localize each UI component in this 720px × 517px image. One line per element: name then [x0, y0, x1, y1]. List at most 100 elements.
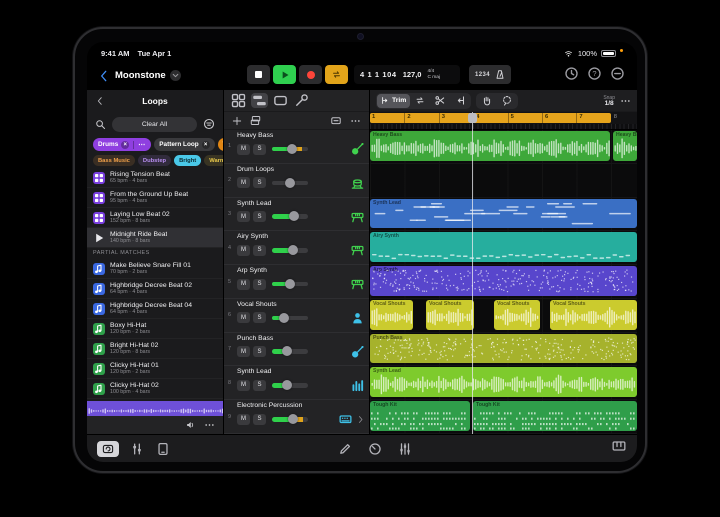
- minimize-icon[interactable]: [610, 66, 625, 81]
- loop-list-item[interactable]: Clicky Hi-Hat 01120 bpm · 2 bars: [87, 359, 223, 379]
- loop-list-item[interactable]: Highbridge Decree Beat 0464 bpm · 4 bars: [87, 299, 223, 319]
- trim-tool-button[interactable]: Trim: [377, 94, 410, 108]
- mute-button[interactable]: M: [237, 414, 250, 425]
- volume-slider[interactable]: [272, 282, 308, 287]
- volume-slider[interactable]: [272, 316, 308, 321]
- solo-button[interactable]: S: [253, 279, 266, 290]
- bar-ruler[interactable]: 12345678: [370, 112, 637, 124]
- track-header-row[interactable]: 2Drum LoopsMS: [224, 164, 369, 198]
- mixer-faders-button[interactable]: [397, 442, 413, 456]
- track-header-row[interactable]: 8Synth LeadMS: [224, 366, 369, 400]
- loop-list-item[interactable]: From the Ground Up Beat95 bpm · 4 bars: [87, 188, 223, 208]
- solo-button[interactable]: S: [253, 245, 266, 256]
- tag-chip-dubstep[interactable]: Dubstep: [138, 155, 171, 166]
- back-button[interactable]: [97, 69, 111, 83]
- cycle-button[interactable]: [325, 65, 348, 84]
- track-header-row[interactable]: 9Electronic PercussionMS: [224, 400, 369, 434]
- loop-list-item[interactable]: Bright Hi-Hat 02120 bpm · 8 bars: [87, 339, 223, 359]
- region[interactable]: Punch Bass: [370, 334, 637, 364]
- volume-slider[interactable]: [272, 181, 308, 186]
- region-row[interactable]: Tough KitTough Kit: [370, 400, 637, 434]
- track-header-row[interactable]: 4Airy SynthMS: [224, 231, 369, 265]
- recent-activity-icon[interactable]: [564, 66, 579, 81]
- volume-slider[interactable]: [272, 417, 308, 422]
- lasso-tool-button[interactable]: [497, 95, 517, 106]
- filter-chip-pattern-loop[interactable]: Pattern Loop×: [154, 138, 214, 151]
- volume-knob[interactable]: [288, 245, 298, 255]
- region[interactable]: Synth Lead: [370, 199, 637, 229]
- region-row[interactable]: Synth Lead: [370, 366, 637, 400]
- volume-knob[interactable]: [282, 346, 292, 356]
- mute-button[interactable]: M: [237, 144, 250, 155]
- mute-button[interactable]: M: [237, 245, 250, 256]
- volume-slider[interactable]: [272, 349, 308, 354]
- volume-slider[interactable]: [272, 147, 308, 152]
- track-more-icon[interactable]: [350, 116, 361, 126]
- more-icon[interactable]: [204, 420, 215, 430]
- region[interactable]: Vocal Shouts: [550, 300, 637, 330]
- volume-slider[interactable]: [272, 248, 308, 253]
- cycle-range-band[interactable]: 1234567: [370, 113, 611, 123]
- region[interactable]: Tough Kit: [370, 401, 470, 431]
- region-row[interactable]: Synth Lead: [370, 198, 637, 232]
- editor-pencil-button[interactable]: [337, 442, 353, 456]
- track-header-row[interactable]: 1Heavy BassMS: [224, 130, 369, 164]
- solo-button[interactable]: S: [253, 211, 266, 222]
- stop-button[interactable]: [247, 65, 270, 84]
- mixer-toggle-button[interactable]: [129, 442, 145, 456]
- loop-preview-waveform[interactable]: [87, 401, 223, 416]
- lcd-display[interactable]: 4 1 1 104 127,0 4/4 C maj: [354, 65, 460, 84]
- remove-filter-icon[interactable]: ×: [202, 141, 210, 149]
- help-icon[interactable]: ?: [587, 66, 602, 81]
- tracks-view-button[interactable]: [251, 93, 268, 108]
- plugins-knob-button[interactable]: [367, 442, 383, 456]
- region-inspector-button[interactable]: [272, 93, 289, 108]
- track-header-row[interactable]: 5Arp SynthMS: [224, 265, 369, 299]
- track-header-row[interactable]: 6Vocal ShoutsMS: [224, 299, 369, 333]
- solo-button[interactable]: S: [253, 346, 266, 357]
- split-tool-button[interactable]: [430, 95, 450, 106]
- loop-list-item[interactable]: Make Believe Snare Fill 0170 bpm · 2 bar…: [87, 259, 223, 279]
- solo-button[interactable]: S: [253, 380, 266, 391]
- track-header-row[interactable]: 3Synth LeadMS: [224, 198, 369, 232]
- solo-button[interactable]: S: [253, 414, 266, 425]
- loop-list-item[interactable]: Clicky Hi-Hat 02100 bpm · 4 bars: [87, 379, 223, 399]
- track-stack-icon[interactable]: [250, 115, 261, 126]
- mute-button[interactable]: M: [237, 312, 250, 323]
- solo-button[interactable]: S: [253, 144, 266, 155]
- tools-button[interactable]: [293, 93, 310, 108]
- region[interactable]: Airy Synth: [370, 232, 637, 262]
- region[interactable]: Vocal Shouts: [426, 300, 474, 330]
- region-row[interactable]: Vocal ShoutsVocal ShoutsVocal ShoutsVoca…: [370, 299, 637, 333]
- project-title[interactable]: Moonstone: [115, 70, 166, 81]
- filter-icon[interactable]: [203, 118, 215, 130]
- track-header-row[interactable]: 7Punch BassMS: [224, 333, 369, 367]
- volume-knob[interactable]: [287, 144, 297, 154]
- count-in-button[interactable]: 1234: [475, 72, 490, 78]
- filter-chip-trap[interactable]: Trap×: [218, 138, 223, 151]
- region-row[interactable]: Punch Bass: [370, 333, 637, 367]
- mute-button[interactable]: M: [237, 279, 250, 290]
- project-menu-button[interactable]: [170, 70, 181, 81]
- playhead[interactable]: [472, 112, 473, 434]
- speaker-icon[interactable]: [185, 420, 196, 430]
- solo-button[interactable]: S: [253, 177, 266, 188]
- search-icon[interactable]: [95, 119, 106, 130]
- track-options-icon[interactable]: [330, 115, 342, 126]
- region[interactable]: Arp Synth: [370, 266, 637, 296]
- solo-button[interactable]: S: [253, 312, 266, 323]
- volume-knob[interactable]: [282, 380, 292, 390]
- volume-slider[interactable]: [272, 383, 308, 388]
- volume-slider[interactable]: [272, 214, 308, 219]
- region[interactable]: Tough Kit: [473, 401, 637, 431]
- region-row[interactable]: Airy Synth: [370, 231, 637, 265]
- region[interactable]: Vocal Shouts: [494, 300, 540, 330]
- clear-all-button[interactable]: Clear All: [112, 117, 197, 132]
- snap-control[interactable]: Snap 1/8: [603, 95, 615, 107]
- tag-chip-bright[interactable]: Bright: [174, 155, 201, 166]
- loop-list-item[interactable]: Highbridge Decree Beat 0264 bpm · 4 bars: [87, 279, 223, 299]
- volume-knob[interactable]: [285, 178, 295, 188]
- loop-list-item[interactable]: Rising Tension Beat65 bpm · 4 bars: [87, 168, 223, 188]
- volume-knob[interactable]: [279, 313, 289, 323]
- remove-filter-icon[interactable]: ×: [121, 141, 129, 149]
